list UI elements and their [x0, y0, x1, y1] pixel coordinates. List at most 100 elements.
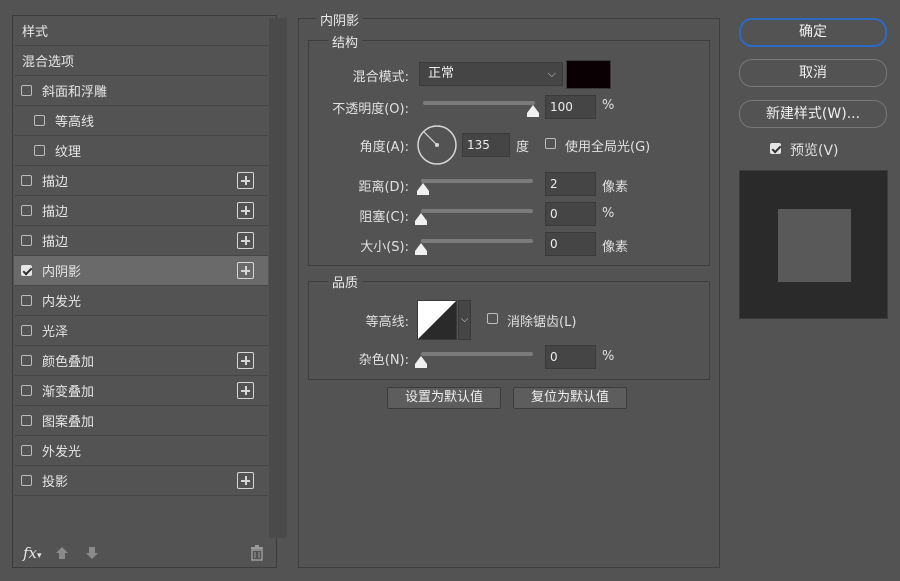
new-style-button[interactable]: 新建样式(W)...	[739, 100, 887, 128]
style-item-label: 外发光	[42, 445, 82, 460]
global-light-checkbox[interactable]	[545, 138, 556, 149]
size-label: 大小(S):	[360, 240, 409, 255]
style-item[interactable]: 等高线	[14, 106, 268, 136]
opacity-unit: %	[602, 98, 615, 113]
style-item[interactable]: 内阴影	[14, 256, 268, 286]
style-item-label: 描边	[42, 235, 69, 250]
style-item[interactable]: 颜色叠加	[14, 346, 268, 376]
fx-label: fx	[23, 544, 38, 562]
style-item[interactable]: 描边	[14, 196, 268, 226]
style-item[interactable]: 光泽	[14, 316, 268, 346]
style-item[interactable]: 内发光	[14, 286, 268, 316]
quality-title: 品质	[328, 272, 363, 291]
style-item[interactable]: 投影	[14, 466, 268, 496]
noise-slider-thumb[interactable]	[415, 356, 427, 368]
choke-slider-track[interactable]	[421, 209, 533, 213]
styles-header[interactable]: 样式	[14, 16, 268, 46]
anti-alias-label: 消除锯齿(L)	[507, 315, 577, 330]
style-item[interactable]: 斜面和浮雕	[14, 76, 268, 106]
choke-slider-thumb[interactable]	[415, 213, 427, 225]
global-light-label: 使用全局光(G)	[565, 140, 651, 155]
ok-button[interactable]: 确定	[739, 18, 887, 47]
style-item-checkbox[interactable]	[21, 445, 32, 456]
choke-input[interactable]: 0	[545, 202, 596, 226]
blend-options-label: 混合选项	[22, 55, 75, 70]
blend-mode-select[interactable]: 正常 ⌵	[419, 62, 563, 86]
add-instance-plus-icon[interactable]	[237, 382, 254, 399]
style-item-checkbox[interactable]	[21, 265, 32, 276]
chevron-down-icon: ⌵	[547, 67, 556, 80]
style-item-checkbox[interactable]	[21, 295, 32, 306]
fx-menu-button[interactable]: fx▾	[23, 544, 42, 562]
style-item-checkbox[interactable]	[21, 325, 32, 336]
style-item-checkbox[interactable]	[21, 355, 32, 366]
style-item-checkbox[interactable]	[21, 235, 32, 246]
contour-preview-icon[interactable]	[417, 300, 457, 340]
style-item[interactable]: 外发光	[14, 436, 268, 466]
list-scrollbar[interactable]	[269, 18, 287, 538]
style-item-label: 描边	[42, 175, 69, 190]
opacity-slider-thumb[interactable]	[527, 105, 539, 117]
add-instance-plus-icon[interactable]	[237, 472, 254, 489]
size-slider-track[interactable]	[421, 239, 533, 243]
style-item-checkbox[interactable]	[21, 385, 32, 396]
style-item[interactable]: 描边	[14, 226, 268, 256]
style-item-checkbox[interactable]	[21, 175, 32, 186]
move-up-icon[interactable]	[55, 546, 69, 560]
noise-slider-track[interactable]	[421, 352, 533, 356]
inner-shadow-title: 内阴影	[316, 10, 364, 29]
style-item-label: 光泽	[42, 325, 69, 340]
choke-unit: %	[602, 206, 615, 221]
make-default-button[interactable]: 设置为默认值	[387, 387, 501, 409]
contour-dropdown-chevron-icon[interactable]: ⌵	[458, 300, 471, 340]
size-unit: 像素	[602, 240, 629, 255]
preview-label: 预览(V)	[790, 143, 839, 159]
angle-input[interactable]: 135	[462, 133, 510, 157]
style-item-label: 内发光	[42, 295, 82, 310]
add-instance-plus-icon[interactable]	[237, 352, 254, 369]
style-item-checkbox[interactable]	[21, 415, 32, 426]
trash-icon[interactable]	[250, 545, 264, 561]
style-item-checkbox[interactable]	[21, 475, 32, 486]
opacity-slider-track[interactable]	[423, 101, 535, 105]
style-item[interactable]: 纹理	[14, 136, 268, 166]
angle-label: 角度(A):	[359, 140, 409, 155]
style-item-label: 图案叠加	[42, 415, 95, 430]
blend-mode-value: 正常	[428, 66, 455, 81]
distance-label: 距离(D):	[358, 180, 409, 195]
size-slider-thumb[interactable]	[415, 243, 427, 255]
style-item-label: 内阴影	[42, 265, 82, 280]
noise-unit: %	[602, 349, 615, 364]
size-input[interactable]: 0	[545, 232, 596, 256]
add-instance-plus-icon[interactable]	[237, 202, 254, 219]
style-item-checkbox[interactable]	[21, 85, 32, 96]
distance-slider-track[interactable]	[421, 179, 533, 183]
distance-input[interactable]: 2	[545, 172, 596, 196]
distance-unit: 像素	[602, 180, 629, 195]
style-item-label: 渐变叠加	[42, 385, 95, 400]
add-instance-plus-icon[interactable]	[237, 262, 254, 279]
move-down-icon[interactable]	[85, 546, 99, 560]
style-item[interactable]: 图案叠加	[14, 406, 268, 436]
shadow-color-swatch[interactable]	[566, 60, 611, 89]
angle-dial-icon[interactable]	[416, 124, 458, 166]
anti-alias-checkbox[interactable]	[487, 313, 498, 324]
style-item[interactable]: 渐变叠加	[14, 376, 268, 406]
opacity-label: 不透明度(O):	[332, 102, 409, 117]
reset-default-button[interactable]: 复位为默认值	[513, 387, 627, 409]
style-item[interactable]: 描边	[14, 166, 268, 196]
noise-input[interactable]: 0	[545, 345, 596, 369]
preview-thumbnail	[739, 170, 888, 319]
style-item-checkbox[interactable]	[34, 115, 45, 126]
opacity-input[interactable]: 100	[545, 95, 596, 119]
distance-slider-thumb[interactable]	[417, 183, 430, 195]
add-instance-plus-icon[interactable]	[237, 172, 254, 189]
style-item-checkbox[interactable]	[34, 145, 45, 156]
blend-mode-label: 混合模式:	[352, 70, 409, 85]
add-instance-plus-icon[interactable]	[237, 232, 254, 249]
styles-header-label: 样式	[22, 25, 49, 40]
preview-checkbox[interactable]	[770, 143, 781, 154]
style-item-checkbox[interactable]	[21, 205, 32, 216]
blend-options-item[interactable]: 混合选项	[14, 46, 268, 76]
cancel-button[interactable]: 取消	[739, 59, 887, 87]
